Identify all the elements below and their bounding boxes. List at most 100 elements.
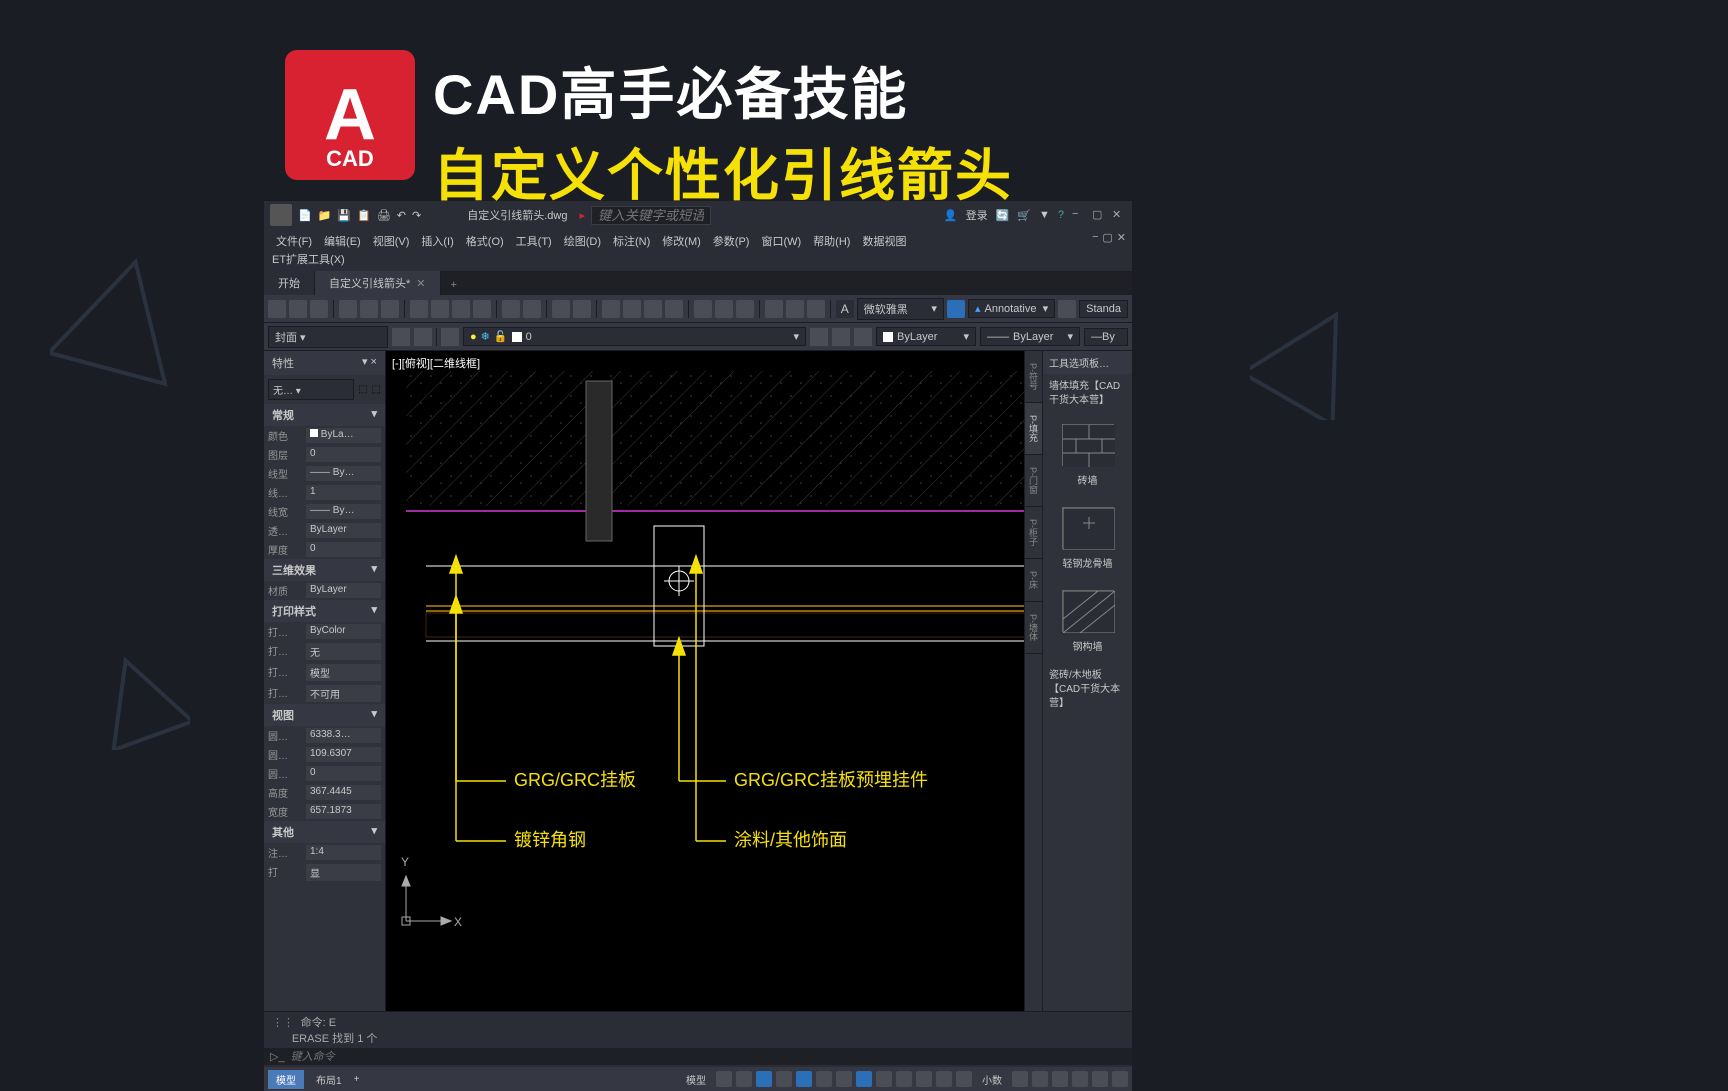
model-tab[interactable]: 模型 [268,1070,304,1089]
tb-pan-icon[interactable] [602,300,620,318]
tb-props-icon[interactable] [694,300,712,318]
tb-calc-icon[interactable] [786,300,804,318]
close-button[interactable]: ✕ [1112,208,1126,222]
menu-draw[interactable]: 绘图(D) [560,231,605,249]
prop-cz-value[interactable]: 0 [306,766,381,781]
vtab-bed[interactable]: P-床 [1025,559,1042,602]
section-other[interactable]: 其他▾ [264,821,385,843]
layout-tab[interactable]: 布局1 [308,1070,350,1089]
prop-row-plotstyle4[interactable]: 打…不可用 [264,683,385,704]
anno-icon[interactable] [956,1071,972,1087]
prop-layer-value[interactable]: 0 [306,447,381,462]
menu-help[interactable]: 帮助(H) [809,231,854,249]
prop-annoscale-value[interactable]: 1:4 [306,845,381,860]
selection-dropdown[interactable]: 无… ▾ [268,379,354,400]
menu-parametric[interactable]: 参数(P) [709,231,754,249]
tb-toolpal-icon[interactable] [736,300,754,318]
tb-new-icon[interactable] [268,300,286,318]
prop-height-value[interactable]: 367.4445 [306,785,381,800]
tb-undo-icon[interactable] [552,300,570,318]
tab-current-doc[interactable]: 自定义引线箭头*✕ [315,271,441,295]
prop-thickness-value[interactable]: 0 [306,542,381,557]
prop-row-width[interactable]: 宽度657.1873 [264,802,385,821]
font-dropdown[interactable]: 微软雅黑▾ [857,298,944,320]
prop-cy-value[interactable]: 109.6307 [306,747,381,762]
section-general[interactable]: 常规▾ [264,404,385,426]
doc-close-button[interactable]: ✕ [1117,231,1126,244]
workspace-icon[interactable] [1012,1071,1028,1087]
prop-ps3-value[interactable]: 模型 [306,664,381,681]
palette-item-brick[interactable]: 砖墙 [1043,414,1132,497]
snap-icon[interactable] [736,1071,752,1087]
menu-view[interactable]: 视图(V) [369,231,414,249]
tb-zoomwin-icon[interactable] [644,300,662,318]
prop-ucs-value[interactable]: 显 [306,864,381,881]
clean-screen-icon[interactable] [1092,1071,1108,1087]
menu-tools[interactable]: 工具(T) [512,231,556,249]
ortho-icon[interactable] [756,1071,772,1087]
prop-row-thickness[interactable]: 厚度0 [264,540,385,559]
tb-zoomprev-icon[interactable] [665,300,683,318]
tb-zoom-icon[interactable] [623,300,641,318]
current-layer-dropdown[interactable]: ● ❄ 🔓 0 ▾ [463,327,806,346]
status-model-label[interactable]: 模型 [680,1070,712,1089]
prop-material-value[interactable]: ByLayer [306,583,381,598]
lwt-icon[interactable] [876,1071,892,1087]
vtab-cabinet[interactable]: P-柜子 [1025,507,1042,559]
prop-row-plotstyle3[interactable]: 打…模型 [264,662,385,683]
color-dropdown[interactable]: ByLayer▾ [876,327,976,346]
tab-add-button[interactable]: + [441,275,467,295]
command-input[interactable] [291,1051,1126,1063]
prop-ps2-value[interactable]: 无 [306,643,381,660]
osnap-icon[interactable] [796,1071,812,1087]
section-3d[interactable]: 三维效果▾ [264,559,385,581]
transparency-icon[interactable] [896,1071,912,1087]
annotative-dropdown[interactable]: ▴Annotative▾ [968,299,1055,318]
menu-et-tools[interactable]: ET扩展工具(X) [272,254,345,266]
layer-iso-icon[interactable] [810,328,828,346]
menu-edit[interactable]: 编辑(E) [320,231,365,249]
tab-close-icon[interactable]: ✕ [416,278,425,290]
vtab-wall[interactable]: P-墙体 [1025,602,1042,654]
tab-start[interactable]: 开始 [264,271,315,295]
tb-preview-icon[interactable] [360,300,378,318]
tb-save-icon[interactable] [310,300,328,318]
palette-item-steel[interactable]: 轻钢龙骨墙 [1043,497,1132,580]
prop-transparency-value[interactable]: ByLayer [306,523,381,538]
prop-row-annoscale[interactable]: 注…1:4 [264,843,385,862]
tb-block-icon[interactable] [502,300,520,318]
selection-cycling-icon[interactable] [916,1071,932,1087]
prop-ltscale-value[interactable]: 1 [306,485,381,500]
app-icon[interactable]: ▼ [1039,209,1050,221]
prop-cx-value[interactable]: 6338.3… [306,728,381,743]
prop-row-ltscale[interactable]: 线…1 [264,483,385,502]
prop-row-height[interactable]: 高度367.4445 [264,783,385,802]
layer-states-icon[interactable] [414,328,432,346]
prop-ps-value[interactable]: ByColor [306,624,381,639]
prop-row-centerz[interactable]: 圆…0 [264,764,385,783]
doc-restore-button[interactable]: ▢ [1102,231,1112,244]
prop-linetype-value[interactable]: —— By… [306,466,381,481]
prop-row-linetype[interactable]: 线型—— By… [264,464,385,483]
dyn-icon[interactable] [856,1071,872,1087]
cart-icon[interactable]: 🛒 [1017,209,1031,222]
quick-select-icon[interactable]: ⬚ [358,384,367,395]
doc-minimize-button[interactable]: − [1092,231,1098,244]
menu-file[interactable]: 文件(F) [272,231,316,249]
menu-format[interactable]: 格式(O) [462,231,508,249]
palette-item-structural[interactable]: 钢构墙 [1043,580,1132,663]
section-print[interactable]: 打印样式▾ [264,600,385,622]
tb-copy-icon[interactable] [431,300,449,318]
tb-redo-icon[interactable] [573,300,591,318]
prop-row-ucsicon[interactable]: 打显 [264,862,385,883]
standard-dropdown[interactable]: Standa [1079,300,1128,318]
prop-row-transparency[interactable]: 透…ByLayer [264,521,385,540]
vtab-fill[interactable]: P-填充 [1025,403,1042,455]
tb-sheet-icon[interactable] [765,300,783,318]
prop-row-centery[interactable]: 圆…109.6307 [264,745,385,764]
grid-icon[interactable] [716,1071,732,1087]
layout-add-button[interactable]: + [354,1074,360,1085]
layer-props-icon[interactable] [392,328,410,346]
menu-dimension[interactable]: 标注(N) [609,231,654,249]
anno-monitor-icon[interactable] [1032,1071,1048,1087]
